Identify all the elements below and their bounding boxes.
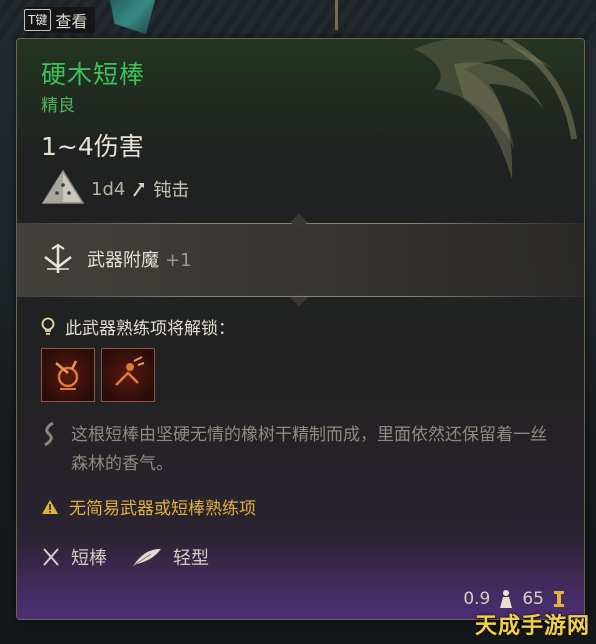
frame-ornament — [155, 0, 338, 30]
enchantment-value: +1 — [165, 250, 192, 271]
item-rarity: 精良 — [41, 96, 75, 116]
item-tooltip: 硬木短棒 精良 1~4伤害 1d4 钝击 武器附魔 +1 此武器熟练项将解锁： … — [16, 38, 585, 620]
light-feather-icon — [132, 548, 161, 567]
skill-icons — [41, 348, 155, 402]
warning-row: 无简易武器或短棒熟练项 — [41, 494, 256, 519]
enchantment-row: 武器附魔 +1 — [41, 243, 192, 275]
item-name: 硬木短棒 — [41, 60, 146, 89]
dice-value: 1d4 — [91, 178, 126, 200]
weight-icon — [500, 590, 513, 608]
d4-dice-icon — [41, 169, 85, 204]
concussive-smash-icon — [55, 360, 79, 390]
gold-value-icon — [554, 591, 564, 607]
weapon-action-skill-2[interactable] — [101, 348, 155, 402]
description-row: 这根短棒由坚硬无情的橡树干精制而成，里面依然还保留着一丝森林的香气。 — [41, 421, 561, 479]
notch-bottom — [290, 289, 308, 307]
weapon-properties-row: 短棒 轻型 — [41, 544, 223, 570]
inspect-label: 查看 — [55, 12, 88, 31]
proficiency-unlock-row: 此武器熟练项将解锁： — [41, 314, 235, 339]
weapon-property-light: 轻型 — [173, 548, 209, 569]
proficiency-warning: 无简易武器或短棒熟练项 — [69, 499, 256, 519]
watermark: 天成手游网 — [474, 614, 590, 639]
damage-range: 1~4伤害 — [41, 132, 144, 161]
inspect-hint[interactable]: T键 查看 — [24, 7, 96, 33]
damage-type: 钝击 — [153, 180, 190, 201]
enchantment-icon — [44, 243, 72, 273]
item-weight: 0.9 — [463, 589, 491, 609]
unlock-label: 此武器熟练项将解锁： — [65, 319, 235, 339]
club-type-icon — [43, 548, 59, 566]
item-value: 65 — [522, 589, 544, 609]
item-stats: 0.9 65 — [463, 589, 566, 609]
topple-icon — [115, 356, 145, 386]
warning-icon — [42, 499, 58, 514]
enchantment-label: 武器附魔 — [87, 250, 159, 271]
hotkey-badge: T键 — [24, 9, 52, 31]
weapon-type: 短棒 — [71, 548, 107, 569]
bludgeoning-icon — [133, 183, 145, 197]
weapon-action-skill-1[interactable] — [41, 348, 95, 402]
unlock-bulb-icon — [41, 317, 55, 335]
item-description: 这根短棒由坚硬无情的橡树干精制而成，里面依然还保留着一丝森林的香气。 — [71, 425, 547, 474]
club-illustration-icon — [414, 39, 577, 179]
damage-dice-row: 1d4 钝击 — [41, 169, 189, 209]
flavor-text-icon — [44, 421, 54, 447]
enchantment-section: 武器附魔 +1 — [17, 213, 584, 307]
